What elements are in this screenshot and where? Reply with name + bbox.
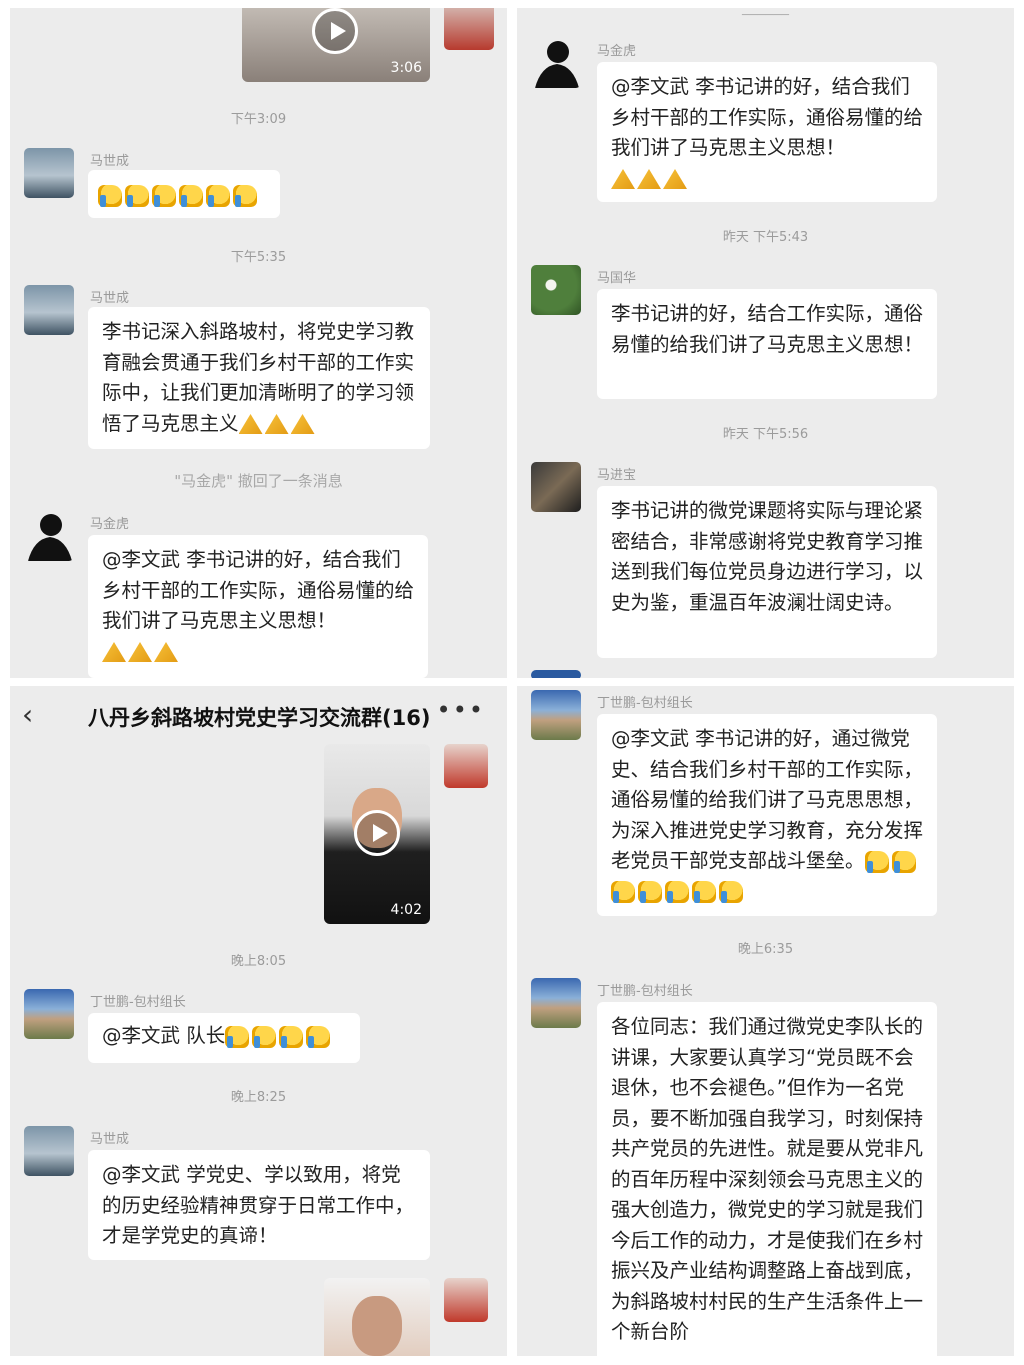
video-message[interactable] <box>324 1278 430 1356</box>
avatar-ma-jinhu[interactable] <box>531 38 581 88</box>
message-bubble[interactable]: @李文武 队长 <box>88 1013 360 1063</box>
avatar[interactable] <box>444 1278 488 1322</box>
person-face <box>352 1296 402 1356</box>
message-bubble[interactable]: @李文武 李书记讲的好，结合我们乡村干部的工作实际，通俗易懂的给我们讲了马克思主… <box>88 535 428 678</box>
chat-panel-2: ────── 马金虎 @李文武 李书记讲的好，结合我们乡村干部的工作实际，通俗易… <box>517 8 1014 678</box>
chat-title-bar: ‹ 八丹乡斜路坡村党史学习交流群(16) ••• <box>10 686 507 742</box>
sender-name: 丁世鹏-包村组长 <box>597 984 693 999</box>
avatar-ding-shipeng[interactable] <box>531 690 581 740</box>
avatar-ding-shipeng[interactable] <box>531 978 581 1028</box>
recall-notice: "马金虎" 撤回了一条消息 <box>174 472 343 490</box>
message-text: @李文武 学党史、学以致用，将党的历史经验精神贯穿于日常工作中，才是学党史的真谛… <box>102 1163 415 1247</box>
message-bubble[interactable]: @李文武 李书记讲的好，通过微党史、结合我们乡村干部的工作实际，通俗易懂的给我们… <box>597 714 937 916</box>
video-message[interactable]: 4:02 <box>324 744 430 924</box>
message-bubble[interactable]: @李文武 学党史、学以致用，将党的历史经验精神贯穿于日常工作中，才是学党史的真谛… <box>88 1150 430 1260</box>
chat-panel-4: 丁世鹏-包村组长 @李文武 李书记讲的好，通过微党史、结合我们乡村干部的工作实际… <box>517 686 1014 1356</box>
avatar-ma-jinbao[interactable] <box>531 462 581 512</box>
avatar[interactable] <box>531 670 581 678</box>
timestamp: 晚上8:25 <box>230 1090 287 1105</box>
message-text: 李书记讲的好，结合工作实际，通俗易懂的给我们讲了马克思主义思想！ <box>611 302 924 356</box>
sender-name: 马进宝 <box>597 468 637 483</box>
sender-name: 丁世鹏-包村组长 <box>597 696 693 711</box>
chat-panel-3: ‹ 八丹乡斜路坡村党史学习交流群(16) ••• 4:02 晚上8:05 丁世鹏… <box>10 686 507 1356</box>
message-bubble[interactable]: 李书记深入斜路坡村，将党史学习教育融会贯通于我们乡村干部的工作实际中，让我们更加… <box>88 307 430 449</box>
timestamp: 晚上6:35 <box>737 942 794 957</box>
avatar[interactable] <box>444 8 494 50</box>
avatar-ma-shicheng[interactable] <box>24 285 74 335</box>
avatar-ma-guohua[interactable] <box>531 265 581 315</box>
group-title: 八丹乡斜路坡村党史学习交流群(16) <box>88 706 431 730</box>
chat-panel-1: 3:06 下午3:09 马世成 下午5:35 马世成 李书记深入斜路坡村，将党史… <box>10 8 507 678</box>
message-text: 李书记深入斜路坡村，将党史学习教育融会贯通于我们乡村干部的工作实际中，让我们更加… <box>102 320 415 435</box>
message-bubble[interactable]: 各位同志：我们通过微党史李队长的讲课，大家要认真学习“党员既不会退休，也不会褪色… <box>597 1002 937 1356</box>
timestamp: 下午5:35 <box>230 250 287 265</box>
message-text: 李书记讲的微党课题将实际与理论紧密结合，非常感谢将党史教育学习推送到我们每位党员… <box>611 499 924 614</box>
video-duration: 4:02 <box>390 902 422 918</box>
message-text: @李文武 李书记讲的好，结合我们乡村干部的工作实际，通俗易懂的给我们讲了马克思主… <box>611 75 924 159</box>
message-bubble[interactable]: 李书记讲的微党课题将实际与理论紧密结合，非常感谢将党史教育学习推送到我们每位党员… <box>597 486 937 658</box>
play-icon[interactable] <box>312 8 358 54</box>
message-text: 各位同志：我们通过微党史李队长的讲课，大家要认真学习“党员既不会退休，也不会褪色… <box>611 1015 924 1343</box>
avatar-ma-shicheng[interactable] <box>24 1126 74 1176</box>
avatar-ma-jinhu[interactable] <box>24 511 74 561</box>
timestamp: 晚上8:05 <box>230 954 287 969</box>
message-text: @李文武 李书记讲的好，结合我们乡村干部的工作实际，通俗易懂的给我们讲了马克思主… <box>102 548 415 632</box>
sender-name: 马世成 <box>90 291 130 306</box>
sender-name: 马金虎 <box>597 44 637 59</box>
play-icon[interactable] <box>354 810 400 856</box>
cut-off-text: ────── <box>742 8 789 16</box>
sender-name: 马世成 <box>90 1132 130 1147</box>
sender-name: 马国华 <box>597 271 637 286</box>
avatar-ma-shicheng[interactable] <box>24 148 74 198</box>
message-bubble[interactable]: 李书记讲的好，结合工作实际，通俗易懂的给我们讲了马克思主义思想！ <box>597 289 937 399</box>
avatar[interactable] <box>444 744 488 788</box>
avatar-ding-shipeng[interactable] <box>24 989 74 1039</box>
back-arrow-icon[interactable]: ‹ <box>22 698 33 731</box>
timestamp: 下午3:09 <box>230 112 287 127</box>
timestamp: 昨天 下午5:43 <box>722 230 809 245</box>
video-message[interactable]: 3:06 <box>242 8 430 82</box>
video-duration: 3:06 <box>390 60 422 76</box>
sender-name: 丁世鹏-包村组长 <box>90 995 186 1010</box>
timestamp: 昨天 下午5:56 <box>722 427 809 442</box>
message-bubble[interactable]: @李文武 李书记讲的好，结合我们乡村干部的工作实际，通俗易懂的给我们讲了马克思主… <box>597 62 937 202</box>
sender-name: 马世成 <box>90 154 130 169</box>
message-bubble[interactable] <box>88 170 280 218</box>
more-options-icon[interactable]: ••• <box>437 696 485 724</box>
sender-name: 马金虎 <box>90 517 130 532</box>
message-text: @李文武 队长 <box>102 1024 226 1047</box>
